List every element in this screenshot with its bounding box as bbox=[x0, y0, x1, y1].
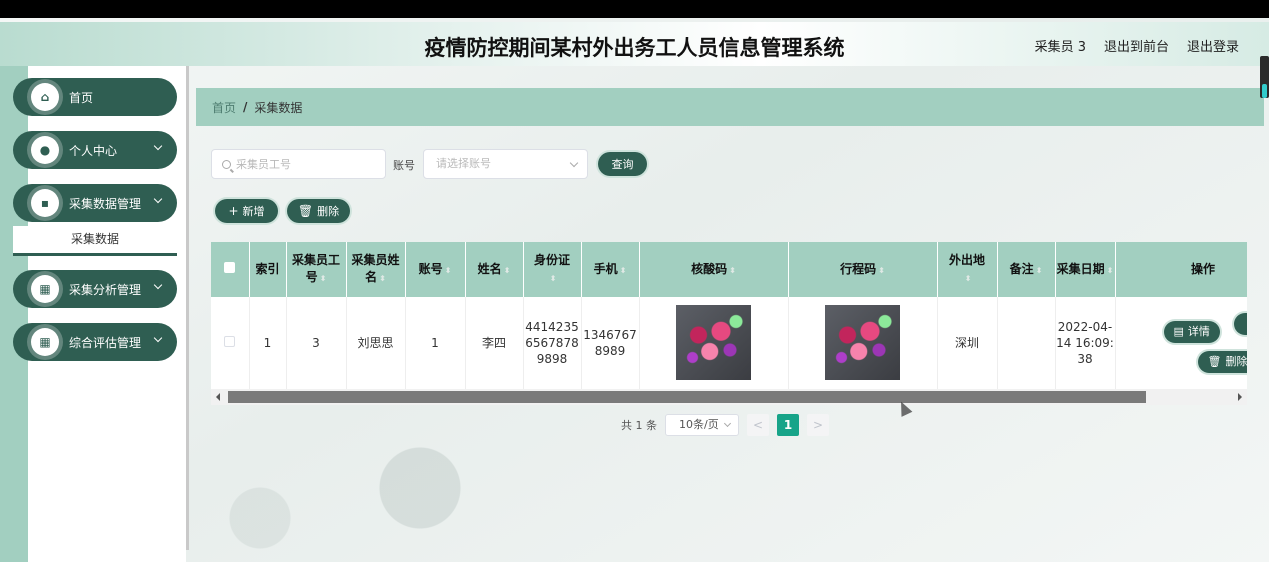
cell-name: 李四 bbox=[465, 297, 524, 390]
header-phone[interactable]: 手机 ⬍ bbox=[581, 242, 640, 297]
header-collect-date[interactable]: 采集日期 ⬍ bbox=[1055, 242, 1116, 297]
next-page-button[interactable]: > bbox=[807, 414, 829, 436]
detail-button[interactable]: ▤ 详情 bbox=[1163, 320, 1220, 343]
cell-destination: 深圳 bbox=[937, 297, 998, 390]
header-actions: 采集员 3 退出到前台 退出登录 bbox=[1035, 36, 1239, 55]
cell-travel-code bbox=[788, 297, 938, 390]
cell-phone: 13467678989 bbox=[581, 297, 640, 390]
exit-to-front-link[interactable]: 退出到前台 bbox=[1104, 36, 1169, 55]
detail-icon: ▤ bbox=[1173, 324, 1184, 338]
travel-code-image[interactable] bbox=[825, 305, 900, 381]
current-user-label: 采集员 3 bbox=[1034, 40, 1086, 55]
grid-icon: ▦ bbox=[31, 275, 59, 303]
select-all-checkbox[interactable] bbox=[224, 262, 236, 273]
collector-id-input[interactable] bbox=[236, 157, 376, 171]
pagination-total: 共 1 条 bbox=[621, 419, 657, 432]
chevron-down-icon bbox=[153, 194, 163, 204]
grid-icon: ▦ bbox=[31, 328, 59, 356]
nucleic-code-image[interactable] bbox=[676, 305, 751, 381]
table-row: 1 3 刘思思 1 李四 441423565678789898 13467678… bbox=[211, 297, 1247, 390]
sidebar-item-personal-center[interactable]: ● 个人中心 bbox=[13, 131, 177, 169]
chevron-down-icon bbox=[153, 280, 163, 290]
chat-icon: ▪ bbox=[31, 189, 59, 217]
breadcrumb-home-link[interactable]: 首页 bbox=[212, 99, 236, 116]
app-header: 疫情防控期间某村外出务工人员信息管理系统 采集员 3 退出到前台 退出登录 bbox=[0, 22, 1269, 66]
sidebar-item-label: 个人中心 bbox=[69, 143, 118, 158]
header-id-card[interactable]: 身份证 ⬍ bbox=[523, 242, 582, 297]
add-button[interactable]: + 新增 bbox=[215, 199, 278, 223]
sidebar-item-label: 综合评估管理 bbox=[69, 335, 142, 350]
header-collector-id[interactable]: 采集员工号 ⬍ bbox=[286, 242, 347, 297]
chevron-down-icon bbox=[723, 419, 732, 428]
header-nucleic-code[interactable]: 核酸码 ⬍ bbox=[639, 242, 789, 297]
sidebar-item-assessment[interactable]: ▦ 综合评估管理 bbox=[13, 323, 177, 361]
breadcrumb: 首页 / 采集数据 bbox=[196, 88, 1264, 126]
row-select-cell bbox=[211, 297, 250, 390]
sidebar-divider bbox=[186, 66, 189, 550]
cell-operation: ▤ 详情 🗑 删除 bbox=[1115, 297, 1247, 390]
chevron-down-icon bbox=[569, 158, 579, 168]
cell-index: 1 bbox=[249, 297, 287, 390]
query-button[interactable]: 查询 bbox=[598, 152, 647, 176]
header-account[interactable]: 账号 ⬍ bbox=[405, 242, 466, 297]
header-operation: 操作 bbox=[1115, 242, 1247, 297]
header-remark[interactable]: 备注 ⬍ bbox=[997, 242, 1056, 297]
sidebar-item-label: 首页 bbox=[69, 90, 94, 105]
header-name[interactable]: 姓名 ⬍ bbox=[465, 242, 524, 297]
data-table: 索引 采集员工号 ⬍ 采集员姓名 ⬍ 账号 ⬍ 姓名 ⬍ 身份证 ⬍ 手机 ⬍ 核酸码 ⬍ 行… bbox=[211, 242, 1247, 390]
scrollbar-thumb[interactable] bbox=[228, 391, 1146, 403]
sidebar-item-label: 采集分析管理 bbox=[69, 282, 142, 297]
account-label: 账号 bbox=[393, 159, 415, 172]
page-size-select[interactable]: 10条/页 bbox=[665, 414, 739, 436]
edit-button[interactable] bbox=[1233, 312, 1247, 335]
table-horizontal-scrollbar[interactable] bbox=[211, 389, 1247, 405]
scroll-left-icon[interactable] bbox=[216, 393, 220, 401]
sidebar-item-collect-analysis[interactable]: ▦ 采集分析管理 bbox=[13, 270, 177, 308]
header-travel-code[interactable]: 行程码 ⬍ bbox=[788, 242, 938, 297]
sidebar-item-collect-data[interactable]: ▪ 采集数据管理 bbox=[13, 184, 177, 222]
scroll-right-icon[interactable] bbox=[1238, 393, 1242, 401]
cell-account: 1 bbox=[405, 297, 466, 390]
account-select[interactable]: 请选择账号 bbox=[423, 149, 588, 179]
header-index: 索引 bbox=[249, 242, 287, 297]
chevron-down-icon bbox=[153, 141, 163, 151]
logout-link[interactable]: 退出登录 bbox=[1187, 36, 1239, 55]
chevron-down-icon bbox=[153, 333, 163, 343]
table-header-row: 索引 采集员工号 ⬍ 采集员姓名 ⬍ 账号 ⬍ 姓名 ⬍ 身份证 ⬍ 手机 ⬍ 核酸码 ⬍ 行… bbox=[211, 242, 1247, 297]
cell-collector-id: 3 bbox=[286, 297, 347, 390]
home-icon: ⌂ bbox=[31, 83, 59, 111]
collector-id-search bbox=[211, 149, 386, 179]
row-checkbox[interactable] bbox=[224, 335, 236, 347]
add-button-label: 新增 bbox=[242, 205, 265, 218]
row-delete-button[interactable]: 🗑 删除 bbox=[1197, 350, 1247, 373]
select-all-header bbox=[211, 242, 250, 297]
delete-button-label: 删除 bbox=[317, 205, 340, 218]
breadcrumb-current: 采集数据 bbox=[254, 100, 303, 115]
account-select-placeholder: 请选择账号 bbox=[436, 157, 491, 170]
header-destination[interactable]: 外出地 ⬍ bbox=[937, 242, 998, 297]
prev-page-button[interactable]: < bbox=[747, 414, 769, 436]
trash-icon: 🗑 bbox=[1207, 354, 1222, 368]
cell-remark bbox=[997, 297, 1056, 390]
header-collector-name[interactable]: 采集员姓名 ⬍ bbox=[346, 242, 406, 297]
cell-collect-date: 2022-04-14 16:09:38 bbox=[1055, 297, 1116, 390]
sidebar-item-home[interactable]: ⌂ 首页 bbox=[13, 78, 177, 116]
pagination: 共 1 条 10条/页 < 1 > bbox=[621, 414, 829, 436]
breadcrumb-separator: / bbox=[243, 100, 248, 114]
user-icon: ● bbox=[31, 136, 59, 164]
cell-nucleic-code bbox=[639, 297, 789, 390]
cell-collector-name: 刘思思 bbox=[346, 297, 406, 390]
trash-icon: 🗑 bbox=[297, 204, 314, 218]
page-number-button[interactable]: 1 bbox=[777, 414, 799, 436]
screen-top-bar bbox=[0, 0, 1269, 18]
batch-delete-button[interactable]: 🗑 删除 bbox=[287, 199, 350, 223]
plus-icon: + bbox=[228, 204, 239, 218]
cell-id-card: 441423565678789898 bbox=[523, 297, 582, 390]
page-scrollbar-indicator bbox=[1262, 84, 1267, 98]
submenu-collect-data[interactable]: 采集数据 bbox=[13, 226, 177, 256]
sidebar-item-label: 采集数据管理 bbox=[69, 196, 142, 211]
search-icon bbox=[222, 159, 231, 169]
query-button-label: 查询 bbox=[611, 158, 634, 171]
